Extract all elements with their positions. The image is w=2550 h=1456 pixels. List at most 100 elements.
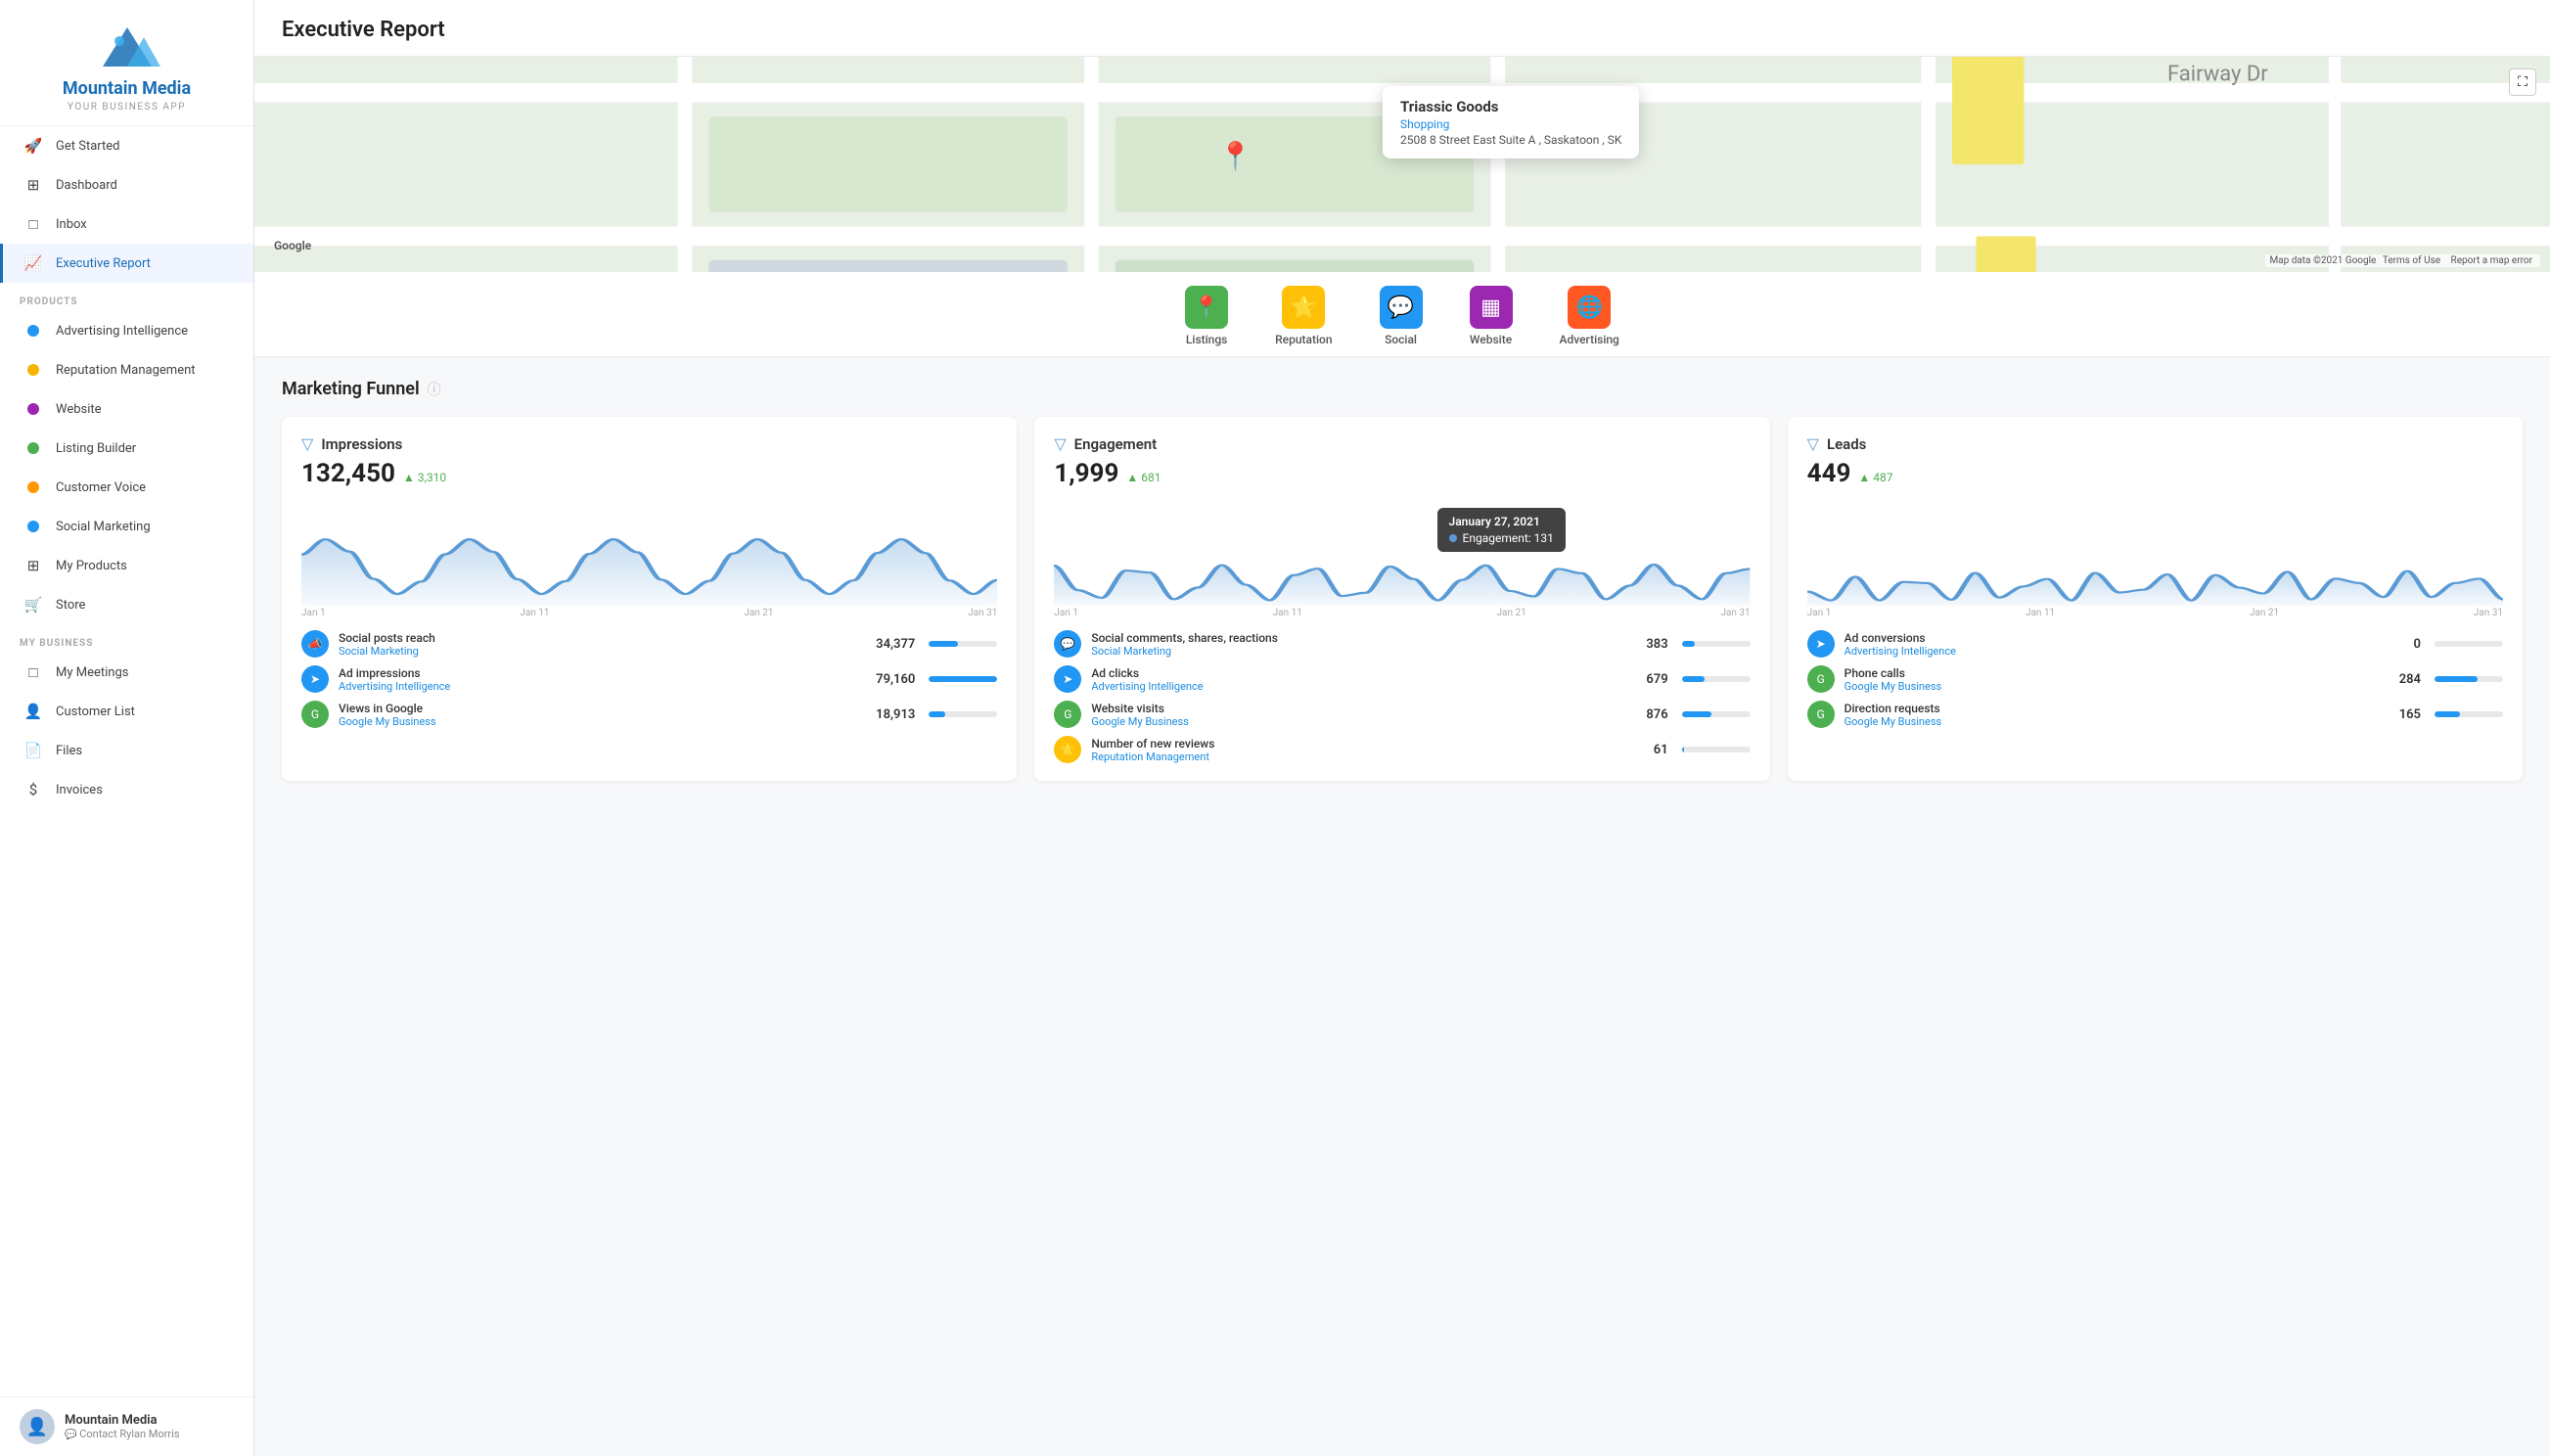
nav-icon-advertising[interactable]: 🌐 Advertising xyxy=(1560,286,1619,346)
nav-icons-row: 📍 Listings ⭐ Reputation 💬 Social ▦ Websi… xyxy=(254,272,2550,357)
google-logo: Google xyxy=(274,239,311,252)
listings-icon: 📍 xyxy=(1185,286,1228,329)
funnel-row-item: ⭐ Number of new reviews Reputation Manag… xyxy=(1054,736,1750,763)
sidebar-label: Social Marketing xyxy=(56,520,151,534)
sidebar-products: Advertising Intelligence Reputation Manag… xyxy=(0,311,253,624)
funnel-title: Marketing Funnel xyxy=(282,379,420,399)
funnel-columns: ▽ Impressions 132,450 ▲ 3,310 Jan 1Jan 1… xyxy=(282,417,2523,781)
sidebar-item-customer-voice[interactable]: Customer Voice xyxy=(0,468,253,507)
nav-icon-reputation[interactable]: ⭐ Reputation xyxy=(1275,286,1332,346)
engagement-chart: January 27, 2021 Engagement: 131 xyxy=(1054,498,1750,606)
sidebar-item-store[interactable]: 🛒Store xyxy=(0,585,253,624)
dashboard-icon: ⊞ xyxy=(23,174,44,196)
sidebar: Mountain Media YOUR BUSINESS APP 🚀Get St… xyxy=(0,0,254,1456)
fullscreen-button[interactable]: ⛶ xyxy=(2509,68,2536,96)
funnel-col-engagement: ▽ Engagement 1,999 ▲ 681 January 27, 202… xyxy=(1034,417,1769,781)
row-icon: G xyxy=(301,701,329,728)
customer-voice-icon xyxy=(23,477,44,498)
funnel-section: Marketing Funnel ⓘ ▽ Impressions 132,450… xyxy=(254,357,2550,802)
sidebar-label: Inbox xyxy=(56,217,87,232)
leads-chart xyxy=(1807,498,2503,606)
map-pin[interactable]: 📍 xyxy=(1218,140,1252,172)
sidebar-item-get-started[interactable]: 🚀Get Started xyxy=(0,126,253,165)
section-mybusiness-label: MY BUSINESS xyxy=(0,624,253,653)
sidebar-item-my-meetings[interactable]: □ My Meetings xyxy=(0,653,253,692)
funnel-row-item: 📣 Social posts reach Social Marketing 34… xyxy=(301,630,997,658)
sidebar-label: My Meetings xyxy=(56,665,128,680)
leads-value: 449 xyxy=(1807,459,1851,488)
sidebar-item-listing-builder[interactable]: Listing Builder xyxy=(0,429,253,468)
user-sub: 💬 Contact Rylan Morris xyxy=(65,1428,180,1440)
reputation-icon: ⭐ xyxy=(1282,286,1325,329)
funnel-header: Marketing Funnel ⓘ xyxy=(282,379,2523,399)
engagement-rows: 💬 Social comments, shares, reactions Soc… xyxy=(1054,630,1750,763)
row-icon: G xyxy=(1807,701,1835,728)
sidebar-label: Advertising Intelligence xyxy=(56,324,188,339)
sidebar-logo: Mountain Media YOUR BUSINESS APP xyxy=(0,0,253,126)
sidebar-label: Executive Report xyxy=(56,256,151,271)
report-error-link[interactable]: Report a map error xyxy=(2451,255,2532,266)
row-icon: G xyxy=(1807,665,1835,693)
files-icon: 📄 xyxy=(23,740,44,761)
terms-link[interactable]: Terms of Use xyxy=(2383,255,2440,266)
engagement-delta: ▲ 681 xyxy=(1126,471,1161,484)
engagement-title: Engagement xyxy=(1074,435,1158,453)
impressions-funnel-icon: ▽ xyxy=(301,434,313,453)
funnel-row-item: 💬 Social comments, shares, reactions Soc… xyxy=(1054,630,1750,658)
sidebar-mybusiness: □ My Meetings 👤Customer List📄Files$Invoice… xyxy=(0,653,253,809)
website-label: Website xyxy=(1470,333,1512,346)
popup-category: Shopping xyxy=(1400,117,1621,131)
funnel-row-item: G Views in Google Google My Business 18,… xyxy=(301,701,997,728)
sidebar-item-files[interactable]: 📄Files xyxy=(0,731,253,770)
inbox-icon: □ xyxy=(23,213,44,235)
social-icon: 💬 xyxy=(1380,286,1423,329)
website-icon xyxy=(23,398,44,420)
sidebar-label: Customer Voice xyxy=(56,480,146,495)
social-marketing-icon xyxy=(23,516,44,537)
sidebar-label: Get Started xyxy=(56,139,119,154)
map-popup: Triassic Goods Shopping 2508 8 Street Ea… xyxy=(1383,86,1639,159)
section-products-label: PRODUCTS xyxy=(0,283,253,311)
sidebar-item-invoices[interactable]: $Invoices xyxy=(0,770,253,809)
listing-builder-icon xyxy=(23,437,44,459)
info-icon[interactable]: ⓘ xyxy=(428,380,441,399)
map-section: GROSVENOR PARK Fairway Dr 📍 Triassic Goo… xyxy=(254,57,2550,272)
sidebar-label: Website xyxy=(56,402,102,417)
row-icon: ➤ xyxy=(1054,665,1081,693)
row-icon: 📣 xyxy=(301,630,329,658)
user-avatar: 👤 xyxy=(20,1409,55,1444)
sidebar-item-my-products[interactable]: ⊞My Products xyxy=(0,546,253,585)
sidebar-item-executive-report[interactable]: 📈Executive Report xyxy=(0,244,253,283)
sidebar-label: Customer List xyxy=(56,705,135,719)
main-header: Executive Report xyxy=(254,0,2550,57)
sidebar-label: Dashboard xyxy=(56,178,117,193)
brand-logo xyxy=(93,23,161,72)
sidebar-item-dashboard[interactable]: ⊞ Dashboard xyxy=(0,165,253,205)
nav-icon-listings[interactable]: 📍 Listings xyxy=(1185,286,1228,346)
sidebar-item-website[interactable]: Website xyxy=(0,389,253,429)
funnel-row-item: G Phone calls Google My Business 284 xyxy=(1807,665,2503,693)
funnel-row-item: G Direction requests Google My Business … xyxy=(1807,701,2503,728)
row-icon: ➤ xyxy=(1807,630,1835,658)
funnel-row-item: ➤ Ad impressions Advertising Intelligenc… xyxy=(301,665,997,693)
nav-icon-website[interactable]: ▦ Website xyxy=(1470,286,1513,346)
funnel-col-impressions: ▽ Impressions 132,450 ▲ 3,310 Jan 1Jan 1… xyxy=(282,417,1017,781)
sidebar-item-customer-list[interactable]: 👤Customer List xyxy=(0,692,253,731)
page-title: Executive Report xyxy=(282,18,2523,42)
sidebar-item-inbox[interactable]: □ Inbox xyxy=(0,205,253,244)
sidebar-nav: 🚀Get Started ⊞ Dashboard □ Inbox 📈Executive R… xyxy=(0,126,253,283)
sidebar-item-reputation-management[interactable]: Reputation Management xyxy=(0,350,253,389)
popup-address: 2508 8 Street East Suite A , Saskatoon ,… xyxy=(1400,133,1621,147)
nav-icon-social[interactable]: 💬 Social xyxy=(1380,286,1423,346)
store-icon: 🛒 xyxy=(23,594,44,615)
my-meetings-icon: □ xyxy=(23,661,44,683)
funnel-row-item: G Website visits Google My Business 876 xyxy=(1054,701,1750,728)
row-icon: G xyxy=(1054,701,1081,728)
impressions-delta: ▲ 3,310 xyxy=(403,471,446,484)
sidebar-item-advertising-intelligence[interactable]: Advertising Intelligence xyxy=(0,311,253,350)
main-content: Executive Report GROSVENOR PARK Fairway … xyxy=(254,0,2550,1456)
sidebar-item-social-marketing[interactable]: Social Marketing xyxy=(0,507,253,546)
sidebar-label: My Products xyxy=(56,559,127,573)
impressions-value: 132,450 xyxy=(301,459,395,488)
sidebar-label: Listing Builder xyxy=(56,441,136,456)
